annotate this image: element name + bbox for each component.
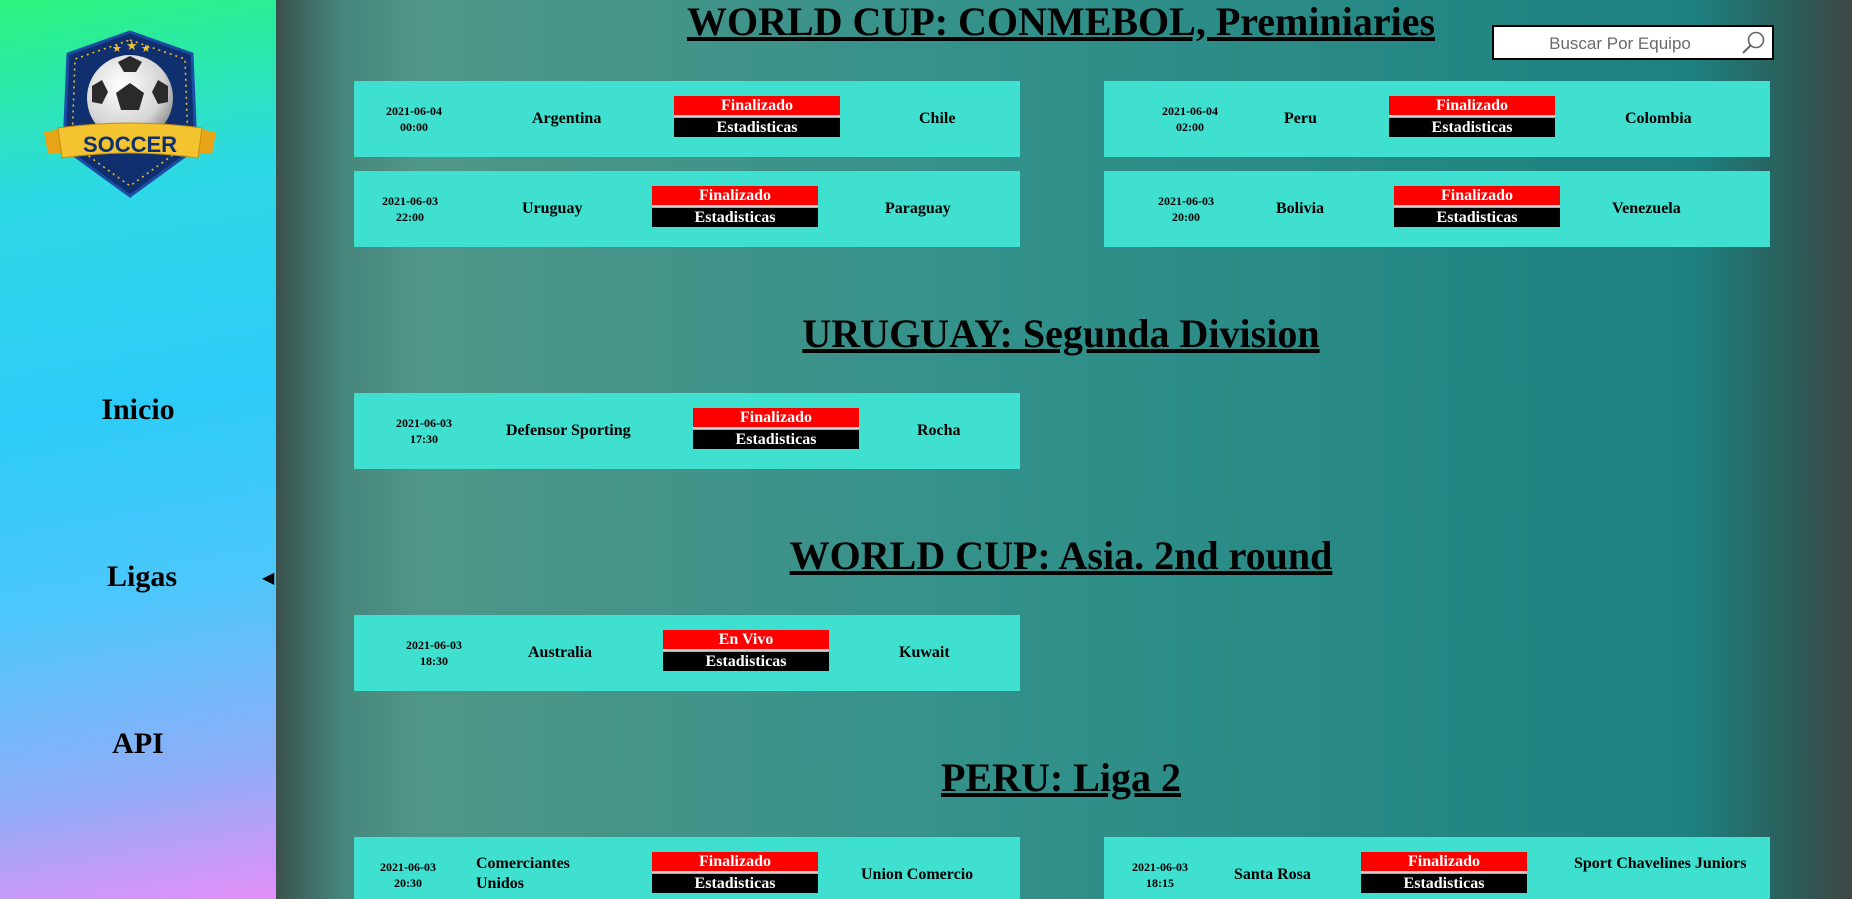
home-team: Peru — [1284, 110, 1317, 127]
home-team: Bolivia — [1276, 200, 1325, 217]
ligas-expand-arrow-icon[interactable]: ◀ — [262, 568, 274, 588]
match-time: 20:00 — [1172, 210, 1200, 224]
stats-button[interactable]: Estadisticas — [652, 874, 818, 893]
stats-button[interactable]: Estadisticas — [1394, 208, 1560, 227]
match-time: 18:30 — [420, 654, 448, 668]
logo-text: SOCCER — [83, 132, 177, 157]
away-team: Rocha — [917, 422, 961, 439]
match-date: 2021-06-04 — [1162, 104, 1218, 118]
match-date: 2021-06-03 — [1132, 860, 1188, 874]
match-time: 02:00 — [1176, 120, 1204, 134]
nav-api[interactable]: API — [0, 727, 276, 761]
match-datetime: 2021-06-03 18:30 — [394, 637, 474, 669]
match-date: 2021-06-03 — [396, 416, 452, 430]
match-date: 2021-06-03 — [382, 194, 438, 208]
stats-button[interactable]: Estadisticas — [652, 208, 818, 227]
away-team: Colombia — [1625, 110, 1692, 127]
nav-ligas[interactable]: Ligas — [4, 560, 280, 594]
stats-button[interactable]: Estadisticas — [1361, 874, 1527, 893]
match-datetime: 2021-06-04 02:00 — [1150, 103, 1230, 135]
home-team: Australia — [528, 644, 592, 661]
match-date: 2021-06-03 — [406, 638, 462, 652]
match-card: 2021-06-03 22:00 Uruguay Finalizado Esta… — [354, 171, 1020, 247]
match-time: 17:30 — [410, 432, 438, 446]
match-card: 2021-06-03 18:30 Australia En Vivo Estad… — [354, 615, 1020, 691]
league-title: PERU: Liga 2 — [941, 755, 1181, 800]
soccer-logo: ★ ★ ★ SOCCER — [44, 30, 216, 198]
league-title: WORLD CUP: Asia. 2nd round — [789, 533, 1333, 578]
match-datetime: 2021-06-03 22:00 — [370, 193, 450, 225]
match-card: 2021-06-04 02:00 Peru Finalizado Estadis… — [1104, 81, 1770, 157]
league-title: URUGUAY: Segunda Division — [802, 311, 1320, 356]
match-date: 2021-06-04 — [386, 104, 442, 118]
match-datetime: 2021-06-03 18:15 — [1120, 859, 1200, 891]
stats-button[interactable]: Estadisticas — [1389, 118, 1555, 137]
nav-inicio[interactable]: Inicio — [0, 393, 276, 427]
home-team: Santa Rosa — [1234, 866, 1311, 883]
match-status-badge: Finalizado — [1394, 186, 1560, 207]
match-time: 00:00 — [400, 120, 428, 134]
match-status-badge: Finalizado — [1389, 96, 1555, 117]
away-team: Chile — [919, 110, 956, 127]
match-date: 2021-06-03 — [1158, 194, 1214, 208]
match-status-badge: Finalizado — [652, 852, 818, 873]
away-team: Kuwait — [899, 644, 950, 661]
match-card: 2021-06-04 00:00 Argentina Finalizado Es… — [354, 81, 1020, 157]
stats-button[interactable]: Estadisticas — [674, 118, 840, 137]
stats-button[interactable]: Estadisticas — [663, 652, 829, 671]
sidebar: ★ ★ ★ SOCCER Inicio Ligas ◀ API — [0, 0, 276, 899]
league-title: WORLD CUP: CONMEBOL, Preminiaries — [686, 0, 1436, 44]
match-date: 2021-06-03 — [380, 860, 436, 874]
match-datetime: 2021-06-04 00:00 — [374, 103, 454, 135]
svg-text:★: ★ — [126, 39, 138, 54]
away-team: Paraguay — [885, 200, 951, 217]
match-card: 2021-06-03 20:30 Comerciantes Unidos Fin… — [354, 837, 1020, 899]
home-team: Argentina — [532, 110, 602, 127]
match-time: 18:15 — [1146, 876, 1174, 890]
stats-button[interactable]: Estadisticas — [693, 430, 859, 449]
home-team: Uruguay — [522, 200, 583, 217]
main-content: WORLD CUP: CONMEBOL, Preminiaries 2021-0… — [276, 0, 1852, 899]
match-status-badge: Finalizado — [674, 96, 840, 117]
match-status-badge: En Vivo — [663, 630, 829, 651]
away-team: Sport Chavelines Juniors — [1574, 855, 1747, 872]
match-card: 2021-06-03 17:30 Defensor Sporting Final… — [354, 393, 1020, 469]
home-team: Defensor Sporting — [506, 422, 631, 439]
match-datetime: 2021-06-03 17:30 — [384, 415, 464, 447]
match-status-badge: Finalizado — [1361, 852, 1527, 873]
home-team: Comerciantes Unidos — [476, 855, 570, 892]
match-time: 20:30 — [394, 876, 422, 890]
match-status-badge: Finalizado — [693, 408, 859, 429]
svg-text:★: ★ — [141, 42, 151, 55]
match-card: 2021-06-03 20:00 Bolivia Finalizado Esta… — [1104, 171, 1770, 247]
away-team: Venezuela — [1612, 200, 1681, 217]
match-card: 2021-06-03 18:15 Santa Rosa Finalizado E… — [1104, 837, 1770, 899]
match-status-badge: Finalizado — [652, 186, 818, 207]
svg-text:★: ★ — [112, 42, 122, 55]
match-datetime: 2021-06-03 20:00 — [1146, 193, 1226, 225]
away-team: Union Comercio — [861, 866, 974, 883]
match-datetime: 2021-06-03 20:30 — [368, 859, 448, 891]
match-time: 22:00 — [396, 210, 424, 224]
